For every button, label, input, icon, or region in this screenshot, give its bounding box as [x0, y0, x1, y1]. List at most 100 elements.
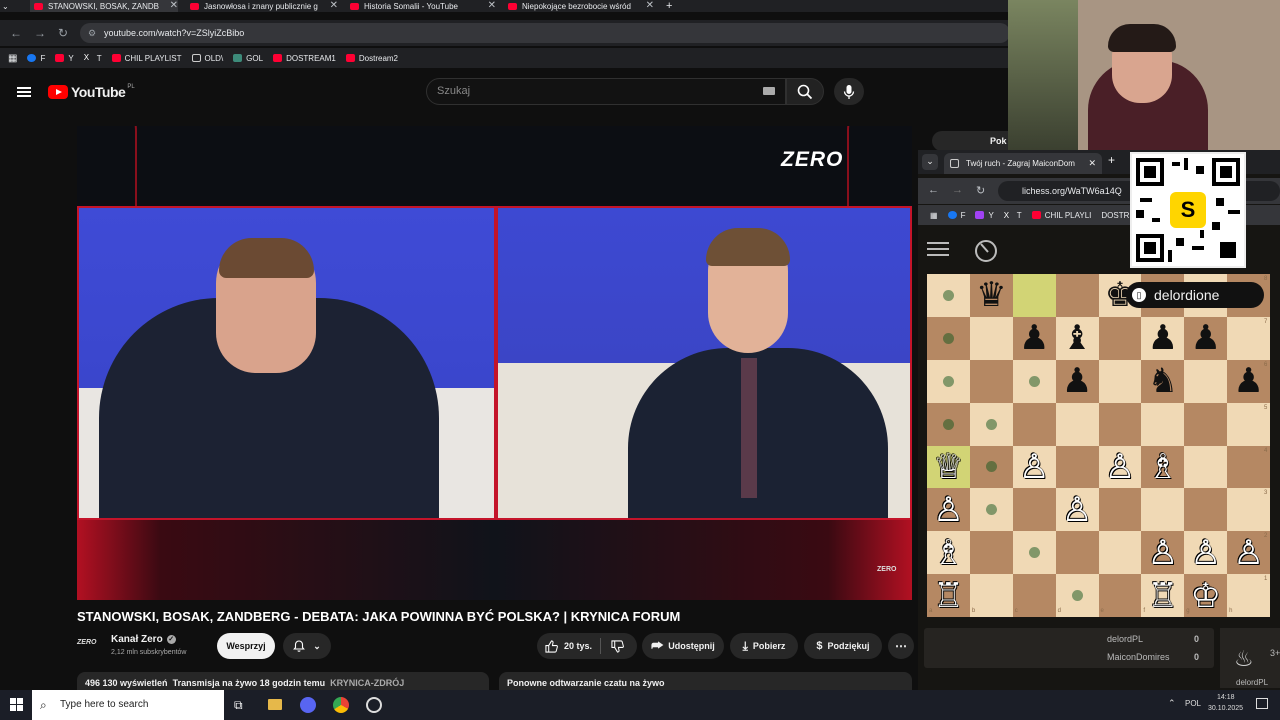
youtube-logo[interactable]: YouTube PL	[48, 84, 135, 100]
square-g4[interactable]	[1184, 445, 1228, 489]
tab-list-button[interactable]: ⌄	[922, 154, 938, 170]
square-d4[interactable]	[1055, 445, 1099, 489]
square-e3[interactable]	[1098, 488, 1142, 532]
move-dot-a7[interactable]	[942, 332, 954, 344]
dislike-button[interactable]	[611, 639, 624, 653]
forward-icon[interactable]: →	[34, 26, 46, 40]
move-dot-a8[interactable]	[942, 289, 954, 301]
close-tab-icon[interactable]: ✕	[1088, 153, 1096, 174]
piece-d3[interactable]: ♙	[1056, 488, 1099, 531]
reload-icon[interactable]: ↻	[976, 184, 985, 197]
square-g5[interactable]	[1184, 402, 1228, 446]
square-b7[interactable]	[969, 316, 1013, 360]
notifications-icon[interactable]	[1256, 698, 1268, 709]
bookmark-chil[interactable]: CHIL PLAYLI	[1031, 211, 1091, 220]
new-tab-button[interactable]: +	[1108, 153, 1115, 167]
piece-f2[interactable]: ♙	[1141, 531, 1184, 574]
square-d8[interactable]	[1055, 274, 1099, 317]
menu-icon[interactable]	[17, 87, 31, 89]
lichess-menu-icon[interactable]	[927, 242, 949, 244]
voice-search-button[interactable]	[834, 78, 864, 105]
move-dot-b5[interactable]	[985, 418, 997, 430]
language-indicator[interactable]: POL	[1185, 699, 1201, 708]
notification-button[interactable]: ⌄	[283, 633, 331, 659]
bookmark-t[interactable]: XT	[1004, 211, 1022, 221]
bookmark-f[interactable]: F	[27, 54, 45, 63]
bookmark-chil-playlist[interactable]: CHIL PLAYLIST	[111, 54, 182, 63]
site-info-icon[interactable]: ⚙	[88, 23, 96, 43]
square-e6[interactable]	[1098, 359, 1142, 403]
square-b6[interactable]	[969, 359, 1013, 403]
share-button[interactable]: ⮫ Udostępnij	[642, 633, 724, 659]
piece-e4[interactable]: ♙	[1099, 446, 1142, 489]
clock-date[interactable]: 30.10.2025	[1208, 705, 1243, 712]
chess-tab[interactable]: Twój ruch - Zagraj MaiconDom ✕	[944, 153, 1102, 174]
tab-3[interactable]: Historia Somalii - YouTube ✕	[350, 0, 496, 12]
piece-f7[interactable]: ♟	[1141, 317, 1184, 360]
piece-a1[interactable]: ♖	[927, 574, 970, 617]
square-f3[interactable]	[1141, 488, 1185, 532]
piece-g1[interactable]: ♔	[1184, 574, 1227, 617]
piece-d7[interactable]: ♝	[1056, 317, 1099, 360]
bookmark-dostream2[interactable]: Dostream2	[345, 54, 398, 63]
download-button[interactable]: ⤓ Pobierz	[730, 633, 798, 659]
square-b1[interactable]	[969, 574, 1013, 617]
piece-f6[interactable]: ♞	[1141, 360, 1184, 403]
task-view-icon[interactable]: ⧉	[234, 698, 243, 713]
more-actions-button[interactable]: ⋯	[888, 633, 914, 659]
search-input[interactable]: Szukaj	[426, 78, 786, 105]
square-d2[interactable]	[1055, 531, 1099, 575]
square-d5[interactable]	[1055, 402, 1099, 446]
back-icon[interactable]: ←	[928, 184, 939, 196]
discord-icon[interactable]	[300, 697, 316, 713]
square-e7[interactable]	[1098, 316, 1142, 360]
bookmark-y[interactable]: Y	[975, 211, 994, 220]
piece-c4[interactable]: ♙	[1013, 446, 1056, 489]
obs-icon[interactable]	[366, 697, 382, 713]
lichess-logo-icon[interactable]	[972, 236, 1000, 264]
taskbar-search-input[interactable]: ⌕ Type here to search	[32, 690, 224, 720]
search-button[interactable]	[786, 78, 824, 105]
bookmark-f[interactable]: F	[947, 211, 965, 220]
bookmark-dostream1[interactable]: DOSTREAM1	[273, 54, 336, 63]
apps-grid-icon[interactable]: ▦	[930, 211, 938, 220]
piece-f4[interactable]: ♗	[1141, 446, 1184, 489]
chrome-icon[interactable]	[333, 697, 349, 713]
forward-icon[interactable]: →	[952, 184, 963, 196]
url-field[interactable]: ⚙ youtube.com/watch?v=ZSlyiZcBibo	[80, 23, 1010, 43]
new-tab-button[interactable]: +	[666, 0, 678, 12]
piece-d6[interactable]: ♟	[1056, 360, 1099, 403]
bookmark-t[interactable]: XT	[84, 54, 102, 63]
close-tab-icon[interactable]: ✕	[330, 0, 338, 11]
move-dot-c6[interactable]	[1028, 375, 1040, 387]
move-dot-a6[interactable]	[942, 375, 954, 387]
piece-a3[interactable]: ♙	[927, 488, 970, 531]
channel-avatar[interactable]: ZERO	[77, 639, 103, 653]
square-g3[interactable]	[1184, 488, 1228, 532]
bookmark-gol[interactable]: GOL	[233, 54, 263, 63]
move-dot-d1[interactable]	[1071, 590, 1083, 602]
tab-list-button[interactable]: ⌄	[2, 0, 22, 12]
piece-c7[interactable]: ♟	[1013, 317, 1056, 360]
square-b2[interactable]	[969, 531, 1013, 575]
tab-2[interactable]: Jasnowłosa i znany publicznie g ✕	[190, 0, 338, 12]
tray-chevron-icon[interactable]: ⌃	[1168, 698, 1176, 709]
piece-f1[interactable]: ♖	[1141, 574, 1184, 617]
square-c5[interactable]	[1012, 402, 1056, 446]
close-tab-icon[interactable]: ✕	[170, 0, 178, 11]
bookmark-old[interactable]: OLD\	[191, 54, 223, 63]
piece-a4[interactable]: ♕	[927, 446, 970, 489]
windows-start-icon[interactable]	[10, 698, 23, 711]
move-dot-c2[interactable]	[1028, 547, 1040, 559]
piece-g2[interactable]: ♙	[1184, 531, 1227, 574]
piece-a2[interactable]: ♗	[927, 531, 970, 574]
move-dot-a5[interactable]	[942, 418, 954, 430]
square-e2[interactable]	[1098, 531, 1142, 575]
thanks-button[interactable]: $ Podziękuj	[804, 633, 882, 659]
video-player[interactable]: ZERO ZERO	[77, 126, 912, 600]
square-c1[interactable]	[1012, 574, 1056, 617]
close-tab-icon[interactable]: ✕	[646, 0, 654, 11]
tab-active[interactable]: STANOWSKI, BOSAK, ZANDB ✕	[30, 0, 178, 12]
file-explorer-icon[interactable]	[268, 699, 282, 710]
bookmark-y[interactable]: Y	[55, 54, 74, 63]
